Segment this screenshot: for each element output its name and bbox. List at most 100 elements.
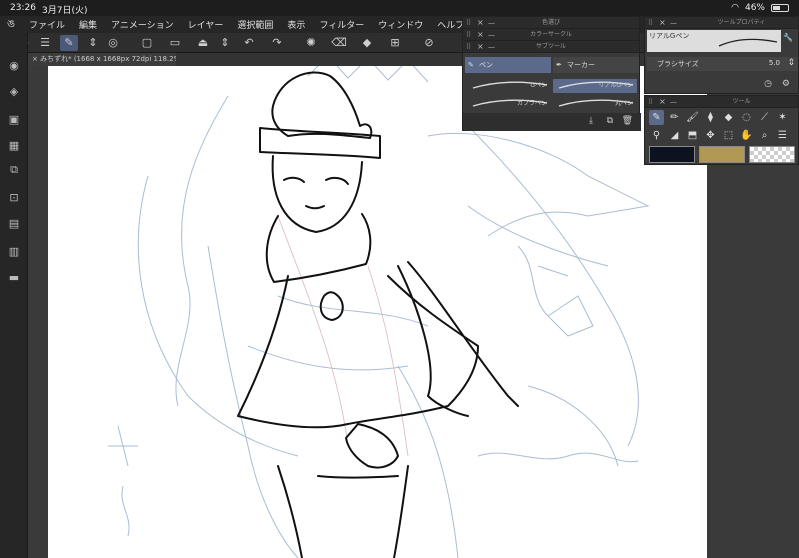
pen-icon: ✎ — [468, 61, 474, 69]
line-art — [108, 66, 650, 558]
grip-icon[interactable]: ⠿ — [648, 96, 653, 108]
battery-percent: 46% — [744, 3, 765, 13]
tool-property-panel: ⠿ × — ツールプロパティ リアルGペン 🔧 ブラシサイズ 5.0 ⇕ ◷ ⚙ — [644, 16, 799, 94]
layer-search-icon[interactable]: ⧉ — [5, 161, 23, 179]
figure-tool-icon[interactable]: ⬒ — [685, 128, 700, 143]
canvas-paper[interactable] — [48, 66, 707, 558]
menu-layer[interactable]: レイヤー — [181, 18, 231, 31]
color-circle-title: カラーサークル — [530, 31, 572, 38]
status-time: 23:26 — [10, 3, 36, 13]
stamp-tool-icon[interactable]: ⚲ — [649, 128, 664, 143]
grip-icon[interactable]: ⠿ — [648, 17, 653, 29]
layer-property-icon[interactable]: ▣ — [5, 111, 23, 129]
sparkle-tool-icon[interactable]: ✶ — [775, 110, 790, 125]
rough-sketch-left-glyph — [108, 425, 138, 537]
menu-animation[interactable]: アニメーション — [104, 18, 181, 31]
menu-selection[interactable]: 選択範囲 — [230, 18, 280, 31]
snap-icon[interactable]: ⊘ — [420, 35, 438, 51]
zoom-tool-icon[interactable]: ⌕ — [757, 128, 772, 143]
brush-real-g-pen-label: リアルGペン — [598, 82, 633, 89]
material-icon[interactable]: ▦ — [5, 137, 23, 155]
import-icon[interactable]: ⤓ — [589, 116, 593, 126]
eyedropper-tool-icon[interactable]: ⟋ — [757, 110, 772, 125]
rough-sketch-jaw — [467, 205, 609, 267]
tab-pen[interactable]: ✎ ペン — [465, 57, 551, 73]
wifi-icon: ◠ — [731, 3, 739, 13]
redo-icon[interactable]: ↷ — [268, 35, 286, 51]
settings-icon[interactable]: ⚙ — [782, 79, 790, 89]
transparent-color-swatch[interactable] — [749, 146, 795, 163]
pencil-tool-icon[interactable]: ✏ — [667, 110, 682, 125]
list-tool-icon[interactable]: ☰ — [775, 128, 790, 143]
item-bank-icon[interactable]: ⊡ — [5, 189, 23, 207]
brush-size-stepper-icon[interactable]: ⇕ — [787, 58, 795, 68]
main-color-swatch[interactable] — [649, 146, 695, 163]
canvas-tab[interactable]: × みちずれ* (1668 x 1668px 72dpi 118.2%) — [28, 53, 176, 66]
close-icon[interactable]: × — [32, 55, 40, 63]
animation-timeline-icon[interactable]: ▤ — [5, 215, 23, 233]
brush-maru-pen-label: 丸ペン — [614, 100, 633, 107]
airbrush-tool-icon[interactable]: ⧫ — [703, 110, 718, 125]
brush-g-pen[interactable]: Gペン — [467, 79, 551, 93]
pen-tool-icon[interactable]: ✎ — [649, 110, 664, 125]
trash-icon[interactable]: 🗑 — [622, 116, 633, 126]
tool-property-header: ⠿ × — ツールプロパティ — [645, 17, 798, 29]
navigator-icon[interactable]: ◉ — [5, 57, 23, 75]
tab-marker[interactable]: ✒ マーカー — [553, 57, 639, 73]
minimize-icon[interactable]: — — [670, 17, 677, 29]
marker-icon: ✒ — [556, 61, 562, 69]
tool-preview: リアルGペン — [647, 30, 781, 52]
auto-action-icon[interactable]: ▬ — [5, 269, 23, 287]
stepper-icon[interactable]: ⇕ — [84, 35, 102, 51]
clip-studio-logo-icon[interactable]: ঙ — [0, 15, 22, 34]
face-outline — [271, 155, 363, 233]
rough-sketch-left-arc — [137, 175, 299, 457]
hand-tool-icon[interactable]: ✋ — [739, 128, 754, 143]
menu-filter[interactable]: フィルター — [312, 18, 371, 31]
fill-icon[interactable]: ◆ — [358, 35, 376, 51]
color-set-title: 色選び — [541, 19, 560, 26]
clock-icon[interactable]: ◷ — [764, 79, 772, 89]
brush-kabura-pen[interactable]: カブラペン — [467, 97, 551, 111]
clear-icon[interactable]: ⌫ — [330, 35, 348, 51]
brush-icon[interactable]: ✎ — [60, 35, 78, 51]
emblem — [319, 291, 344, 321]
headband — [259, 127, 381, 159]
wrench-icon[interactable]: 🔧 — [783, 33, 793, 42]
arm-hand — [345, 423, 399, 469]
close-icon[interactable]: × — [659, 17, 666, 29]
close-icon[interactable]: × — [659, 96, 666, 108]
layer-icon[interactable]: ◈ — [5, 83, 23, 101]
sub-color-swatch[interactable] — [699, 146, 745, 163]
eraser-tool-icon[interactable]: ◆ — [721, 110, 736, 125]
object-tool-icon[interactable]: ⬚ — [721, 128, 736, 143]
brush-tool-icon[interactable]: 🖌 — [685, 110, 700, 125]
brush-size-row[interactable]: ブラシサイズ 5.0 ⇕ — [647, 57, 798, 71]
tool-grid: ✎ ✏ 🖌 ⧫ ◆ ◌ ⟋ ✶ · ⚲ ◢ ⬒ ✥ ⬚ ✋ ⌕ ☰ — [649, 110, 799, 143]
stepper-icon-2[interactable]: ⇕ — [216, 35, 234, 51]
move-tool-icon[interactable]: ✥ — [703, 128, 718, 143]
brush-maru-pen[interactable]: 丸ペン — [553, 97, 637, 111]
menu-icon[interactable]: ☰ — [36, 35, 54, 51]
gradient-tool-icon[interactable]: ◢ — [667, 128, 682, 143]
duplicate-icon[interactable]: ⧉ — [607, 116, 613, 126]
history-icon[interactable]: ▥ — [5, 243, 23, 261]
save-icon[interactable]: ⏏ — [194, 35, 212, 51]
open-icon[interactable]: ▭ — [166, 35, 184, 51]
menu-file[interactable]: ファイル — [22, 18, 72, 31]
lasso-tool-icon[interactable]: ◌ — [739, 110, 754, 125]
menu-edit[interactable]: 編集 — [72, 18, 104, 31]
menu-window[interactable]: ウィンドウ — [371, 18, 430, 31]
tool-property-title: ツールプロパティ — [717, 19, 766, 26]
rough-sketch-hair-flame — [175, 95, 229, 407]
undo-icon[interactable]: ↶ — [240, 35, 258, 51]
loading-icon[interactable]: ✺ — [302, 35, 320, 51]
rough-sketch-scatter — [247, 295, 429, 371]
menu-view[interactable]: 表示 — [280, 18, 312, 31]
collar — [265, 213, 372, 283]
brush-real-g-pen[interactable]: リアルGペン — [553, 79, 637, 93]
quick-access-icon[interactable]: ◎ — [104, 35, 122, 51]
minimize-icon[interactable]: — — [670, 96, 677, 108]
transform-icon[interactable]: ⊞ — [386, 35, 404, 51]
new-icon[interactable]: ▢ — [138, 35, 156, 51]
